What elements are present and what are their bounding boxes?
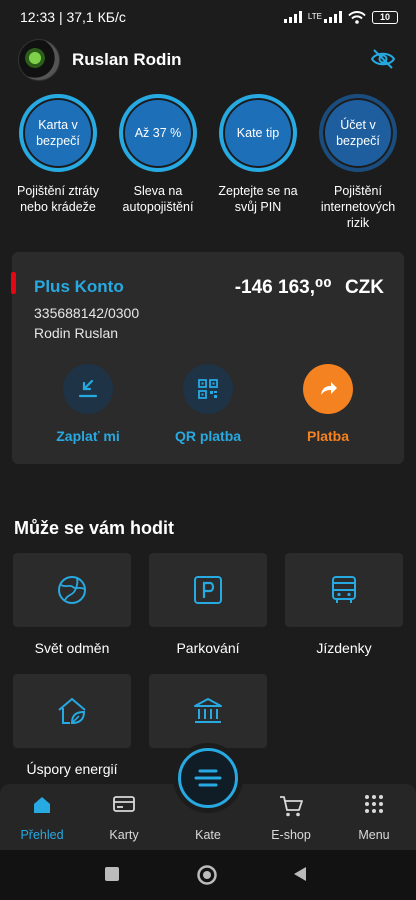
home-circle-icon[interactable] xyxy=(196,864,218,886)
request-payment-button[interactable]: Zaplať mi xyxy=(28,364,148,444)
tab-eshop[interactable]: E-shop xyxy=(251,784,331,850)
action-circle[interactable] xyxy=(303,364,353,414)
tab-overview[interactable]: Přehled xyxy=(2,784,82,850)
battery-icon: 10 xyxy=(372,10,398,24)
tab-label: Kate xyxy=(195,828,221,842)
signal-icon xyxy=(283,11,302,23)
profile-header: Ruslan Rodin xyxy=(18,38,398,82)
tile-rewards[interactable] xyxy=(13,553,131,627)
bus-icon xyxy=(332,576,356,603)
status-network-speed: 37,1 КБ/с xyxy=(66,9,126,25)
hide-balance-eye-icon[interactable] xyxy=(370,48,396,70)
status-left: 12:33 | 37,1 КБ/с xyxy=(20,9,126,25)
signal-icon-2 xyxy=(324,11,342,23)
qr-payment-button[interactable]: QR platba xyxy=(148,364,268,444)
globe-icon xyxy=(58,576,86,604)
action-circle[interactable] xyxy=(63,364,113,414)
credit-card-icon xyxy=(113,796,135,812)
wifi-icon xyxy=(348,10,366,24)
tab-menu[interactable]: Menu xyxy=(334,784,414,850)
action-circle[interactable] xyxy=(183,364,233,414)
story-car-insurance[interactable]: Až 37 % Sleva na autopojištění xyxy=(108,94,208,215)
tab-cards[interactable]: Karty xyxy=(84,784,164,850)
system-navigation-bar xyxy=(0,850,416,900)
tile-energy[interactable] xyxy=(13,674,131,748)
story-ring[interactable]: Kate tip xyxy=(219,94,297,172)
qr-code-icon xyxy=(198,379,218,399)
story-ring[interactable]: Účet v bezpečí xyxy=(319,94,397,172)
tab-label: E-shop xyxy=(271,828,311,842)
recents-square-icon[interactable] xyxy=(103,865,121,883)
account-balance: -146 163,⁰⁰ CZK xyxy=(235,276,384,299)
account-name[interactable]: Plus Konto xyxy=(34,277,124,297)
back-triangle-icon[interactable] xyxy=(292,865,308,883)
story-title: Účet v bezpečí xyxy=(336,118,380,148)
tile-label: Parkování xyxy=(176,640,240,656)
tab-label: Přehled xyxy=(20,828,64,842)
tile-label: Jízdenky xyxy=(316,640,372,656)
story-caption: Zeptejte se na svůj PIN xyxy=(218,184,298,214)
balance-amount: -146 163,⁰⁰ xyxy=(234,277,332,298)
action-label: Zaplať mi xyxy=(56,428,120,444)
parking-icon xyxy=(194,576,222,604)
section-title: Může se vám hodit xyxy=(14,518,175,538)
tab-label: Menu xyxy=(358,828,390,842)
tab-label: Karty xyxy=(109,828,139,842)
account-marker xyxy=(11,272,16,294)
account-owner: Rodin Ruslan xyxy=(34,325,119,341)
story-title: Karta v bezpečí xyxy=(36,118,80,148)
story-ring[interactable]: Až 37 % xyxy=(119,94,197,172)
home-icon xyxy=(34,797,50,813)
story-caption: Pojištění internetových rizik xyxy=(320,184,396,230)
kate-assistant-button[interactable] xyxy=(178,748,238,808)
kate-icon xyxy=(194,769,222,787)
share-arrow-icon xyxy=(321,382,337,395)
eco-house-icon xyxy=(58,697,86,725)
story-caption: Sleva na autopojištění xyxy=(122,184,194,214)
status-bar: 12:33 | 37,1 КБ/с LTE 10 xyxy=(0,0,416,34)
story-card-safe[interactable]: Karta v bezpečí Pojištění ztráty nebo kr… xyxy=(8,94,108,215)
story-ring[interactable]: Karta v bezpečí xyxy=(19,94,97,172)
download-arrow-icon xyxy=(78,379,98,398)
stories-row: Karta v bezpečí Pojištění ztráty nebo kr… xyxy=(0,94,416,239)
story-title: Až 37 % xyxy=(134,126,182,140)
story-caption: Pojištění ztráty nebo krádeže xyxy=(17,184,99,214)
tile-tickets[interactable] xyxy=(285,553,403,627)
action-label: Platba xyxy=(306,428,349,444)
avatar[interactable] xyxy=(18,39,60,81)
tile-offices[interactable] xyxy=(149,674,267,748)
status-time: 12:33 xyxy=(20,9,56,25)
story-title: Kate tip xyxy=(236,126,280,140)
tile-label: Svět odměn xyxy=(34,640,110,656)
story-kate-tip[interactable]: Kate tip Zeptejte se na svůj PIN xyxy=(208,94,308,215)
status-icons: LTE 10 xyxy=(283,10,398,24)
story-account-safe[interactable]: Účet v bezpečí Pojištění internetových r… xyxy=(308,94,408,231)
account-card[interactable]: Plus Konto -146 163,⁰⁰ CZK 335688142/030… xyxy=(11,252,404,464)
lte-label: LTE xyxy=(307,12,322,21)
bank-building-icon xyxy=(194,698,222,723)
payment-button[interactable]: Platba xyxy=(268,364,388,444)
shopping-cart-icon xyxy=(280,796,303,817)
balance-currency: CZK xyxy=(344,277,384,298)
action-label: QR platba xyxy=(174,428,242,444)
profile-name[interactable]: Ruslan Rodin xyxy=(72,50,182,70)
grid-menu-icon xyxy=(365,795,383,813)
account-number: 335688142/0300 xyxy=(34,305,140,321)
tile-parking[interactable] xyxy=(149,553,267,627)
tile-label: Úspory energií xyxy=(26,761,118,777)
